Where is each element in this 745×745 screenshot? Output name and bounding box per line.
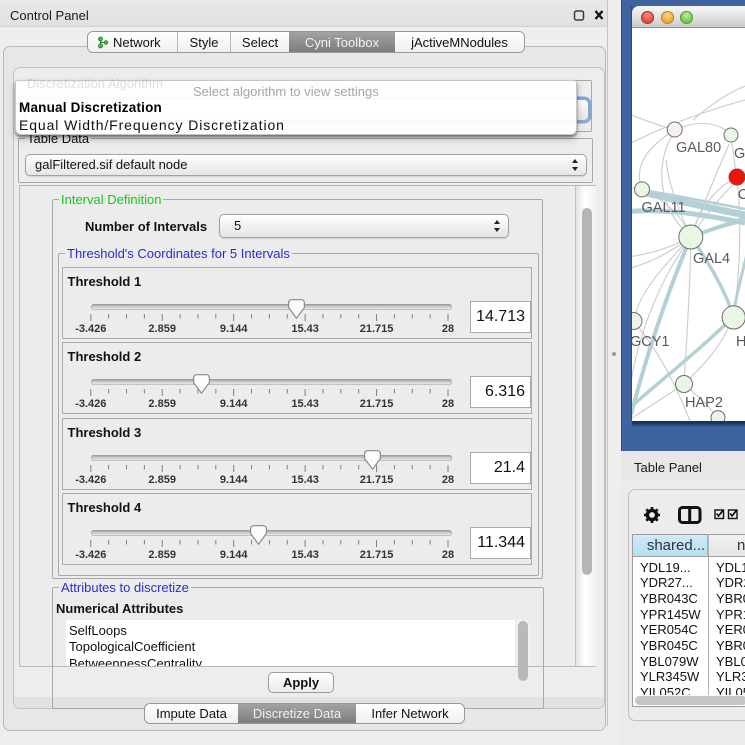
svg-text:GAL4: GAL4	[693, 251, 730, 267]
svg-text:GAL11: GAL11	[642, 200, 686, 216]
svg-text:GAL80: GAL80	[676, 140, 721, 156]
svg-text:GAL3: GAL3	[734, 146, 745, 162]
svg-text:GCY1: GCY1	[632, 334, 670, 350]
svg-text:HAP2: HAP2	[685, 395, 723, 411]
svg-text:CYC8: CYC8	[738, 187, 745, 203]
svg-text:HIS4: HIS4	[736, 334, 745, 350]
